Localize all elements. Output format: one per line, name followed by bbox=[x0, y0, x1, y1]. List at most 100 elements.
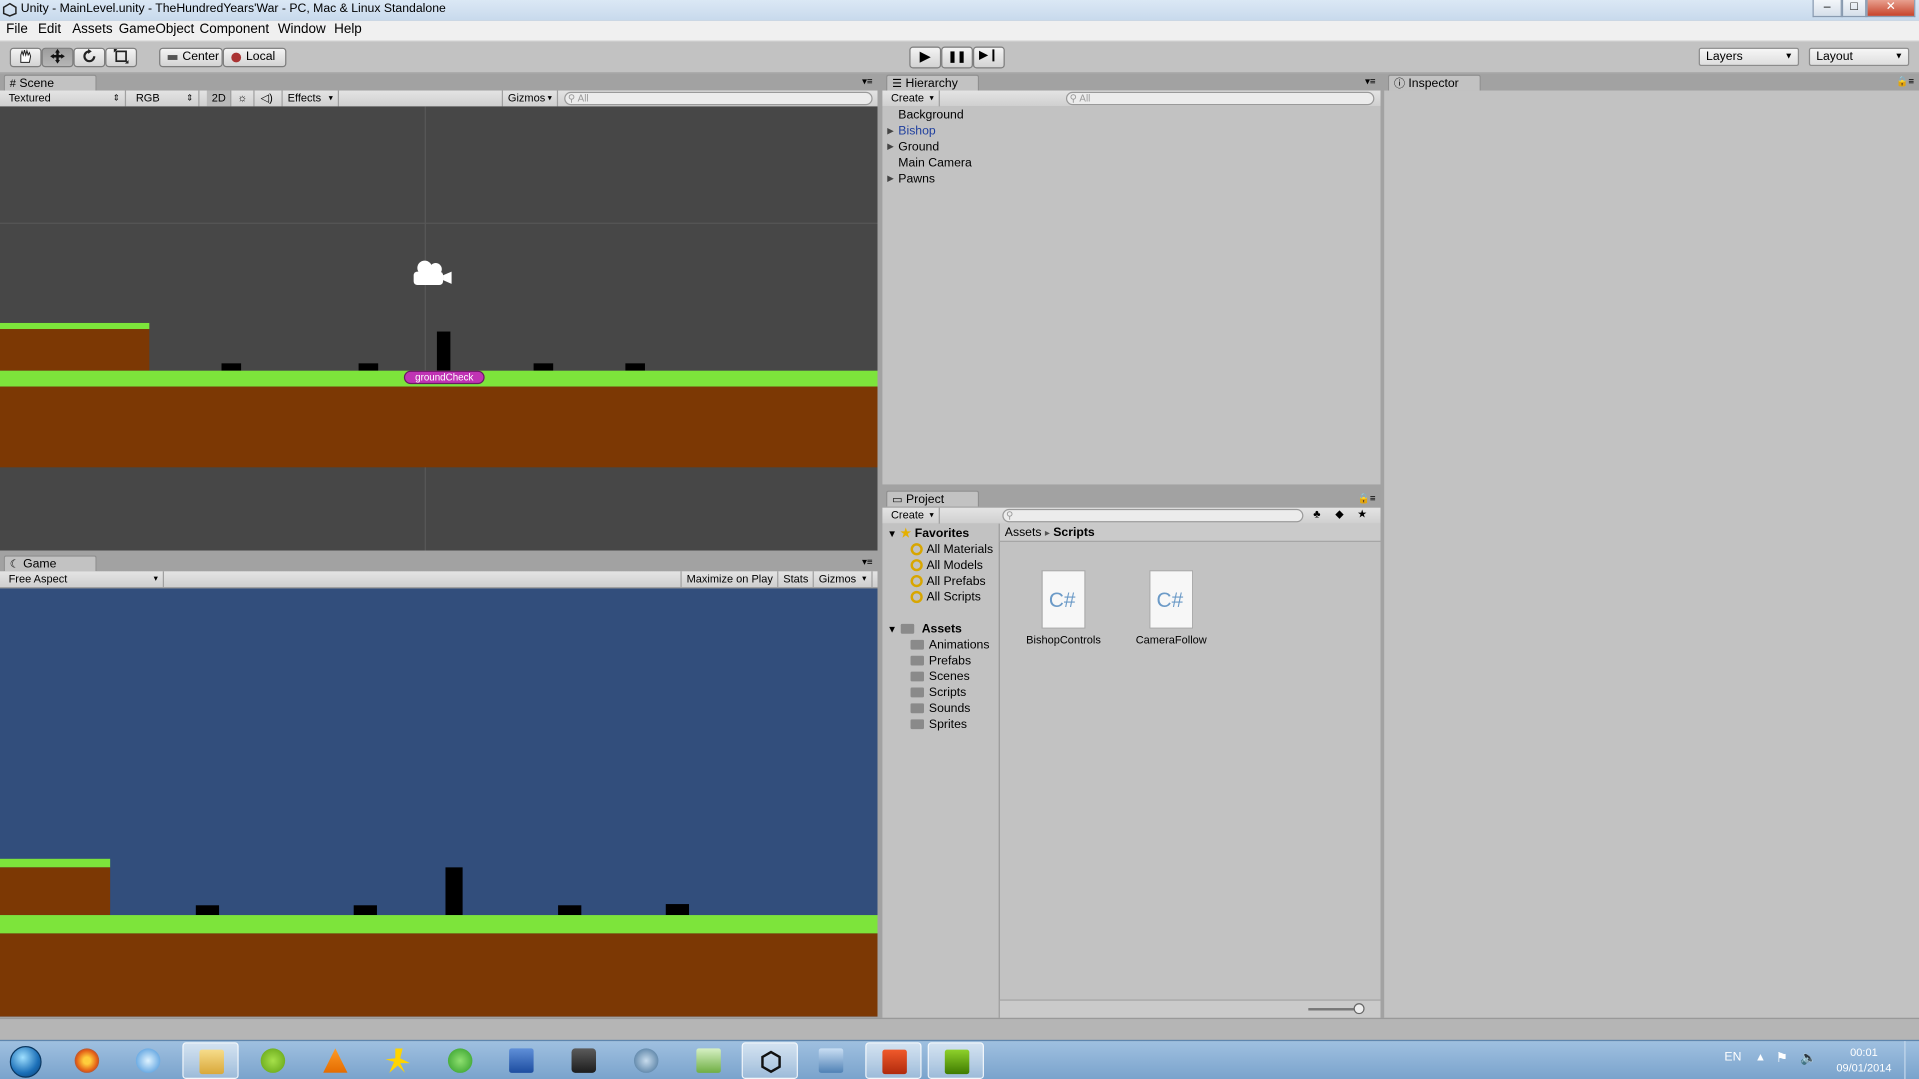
tab-inspector[interactable]: ⓘ Inspector bbox=[1387, 74, 1481, 91]
expand-arrow-icon[interactable]: ▶ bbox=[887, 174, 894, 184]
render-mode-dropdown[interactable]: Textured ⇕ bbox=[4, 90, 127, 107]
asset-file-bishopcontrols[interactable]: C# BishopControls bbox=[1017, 570, 1110, 665]
taskbar-network[interactable] bbox=[803, 1042, 859, 1079]
hierarchy-item-bishop[interactable]: Bishop bbox=[898, 125, 935, 138]
audio-toggle[interactable]: ◁) bbox=[256, 90, 283, 107]
hand-tool-button[interactable] bbox=[9, 47, 42, 68]
panel-menu-icon[interactable]: 🔒≡ bbox=[1896, 76, 1914, 87]
2d-toggle[interactable]: 2D bbox=[206, 90, 232, 107]
folder-scenes[interactable]: Scenes bbox=[910, 670, 970, 684]
hierarchy-search-input[interactable]: ⚲ All bbox=[1065, 91, 1375, 106]
layout-dropdown[interactable]: Layout ▼ bbox=[1808, 47, 1910, 67]
scene-gizmos-dropdown[interactable]: Gizmos ▾ bbox=[501, 90, 559, 107]
favorite-all-prefabs[interactable]: All Prefabs bbox=[910, 575, 986, 588]
start-button[interactable] bbox=[5, 1042, 47, 1079]
action-center-flag-icon[interactable]: ⚑ bbox=[1776, 1050, 1788, 1066]
panel-menu-icon[interactable]: 🔒≡ bbox=[1358, 493, 1376, 504]
folder-sprites[interactable]: Sprites bbox=[910, 718, 967, 732]
camera-gizmo-icon[interactable] bbox=[410, 259, 454, 288]
taskbar-firefox[interactable] bbox=[59, 1042, 115, 1079]
scene-view[interactable]: groundCheck bbox=[0, 106, 878, 551]
play-button[interactable]: ▶ bbox=[909, 46, 942, 69]
scale-tool-button[interactable] bbox=[105, 47, 138, 68]
taskbar-word[interactable] bbox=[493, 1042, 549, 1079]
folder-animations[interactable]: Animations bbox=[910, 639, 989, 652]
color-mode-dropdown[interactable]: RGB ⇕ bbox=[131, 90, 200, 107]
folder-sounds[interactable]: Sounds bbox=[910, 702, 970, 716]
menu-file[interactable]: File bbox=[6, 22, 28, 37]
menu-window[interactable]: Window bbox=[278, 22, 326, 37]
tab-project[interactable]: ▭ Project bbox=[886, 490, 980, 507]
volume-icon[interactable]: 🔈 bbox=[1800, 1050, 1817, 1066]
menu-edit[interactable]: Edit bbox=[38, 22, 61, 37]
taskbar-vlc[interactable] bbox=[307, 1042, 363, 1079]
maximize-button[interactable]: □ bbox=[1841, 0, 1867, 18]
taskbar-unity[interactable] bbox=[741, 1042, 798, 1079]
close-button[interactable]: ✕ bbox=[1866, 0, 1916, 18]
project-create-dropdown[interactable]: Create ▾ bbox=[886, 507, 940, 524]
expand-arrow-icon[interactable]: ▶ bbox=[887, 126, 894, 136]
panel-menu-icon[interactable]: ▾≡ bbox=[862, 76, 873, 87]
aspect-dropdown[interactable]: Free Aspect ▾ bbox=[4, 571, 164, 588]
favorite-star-icon[interactable]: ★ bbox=[1357, 508, 1367, 521]
taskbar-teamspeak[interactable] bbox=[618, 1042, 674, 1079]
menu-gameobject[interactable]: GameObject bbox=[119, 22, 195, 37]
panel-menu-icon[interactable]: ▾≡ bbox=[1365, 76, 1376, 87]
filter-type-icon[interactable]: ♣ bbox=[1313, 508, 1320, 520]
hierarchy-item-ground[interactable]: Ground bbox=[898, 141, 939, 154]
menu-component[interactable]: Component bbox=[199, 22, 269, 37]
menu-assets[interactable]: Assets bbox=[72, 22, 112, 37]
taskbar-csharp-ide[interactable] bbox=[680, 1042, 736, 1079]
move-tool-button[interactable] bbox=[41, 47, 74, 68]
pause-button[interactable]: ❚❚ bbox=[941, 46, 973, 69]
folder-prefabs[interactable]: Prefabs bbox=[910, 654, 971, 668]
favorite-all-materials[interactable]: All Materials bbox=[910, 543, 993, 557]
hierarchy-create-dropdown[interactable]: Create ▾ bbox=[886, 90, 940, 107]
folder-scripts[interactable]: Scripts bbox=[910, 686, 966, 700]
menu-help[interactable]: Help bbox=[334, 22, 362, 37]
expand-arrow-icon[interactable]: ▶ bbox=[887, 142, 894, 152]
taskbar-spotify[interactable] bbox=[245, 1042, 301, 1079]
filter-label-icon[interactable]: ◆ bbox=[1335, 508, 1343, 521]
project-search-input[interactable]: ⚲ bbox=[1002, 508, 1304, 523]
effects-dropdown[interactable]: Effects ▾ bbox=[283, 90, 340, 107]
minimize-button[interactable]: – bbox=[1812, 0, 1842, 18]
tab-scene[interactable]: # Scene bbox=[3, 74, 97, 91]
game-view[interactable] bbox=[0, 588, 878, 1017]
taskbar-aim[interactable] bbox=[370, 1042, 426, 1079]
taskbar-nvidia[interactable] bbox=[927, 1042, 984, 1079]
tab-hierarchy[interactable]: ☰ Hierarchy bbox=[886, 74, 980, 91]
stats-toggle[interactable]: Stats bbox=[778, 571, 814, 588]
assets-header[interactable]: ▼ Assets bbox=[887, 623, 962, 636]
lighting-toggle[interactable]: ☼ bbox=[233, 90, 255, 107]
maximize-on-play-toggle[interactable]: Maximize on Play bbox=[680, 571, 779, 588]
taskbar-itunes[interactable] bbox=[120, 1042, 176, 1079]
step-button[interactable]: ▶❙ bbox=[972, 46, 1005, 69]
taskbar-utorrent[interactable] bbox=[432, 1042, 488, 1079]
hierarchy-item-background[interactable]: Background bbox=[898, 109, 963, 122]
favorite-all-models[interactable]: All Models bbox=[910, 559, 983, 573]
game-gizmos-dropdown[interactable]: Gizmos ▾ bbox=[814, 571, 873, 588]
icon-size-slider-thumb[interactable] bbox=[1353, 1003, 1365, 1015]
scene-search-input[interactable]: ⚲ All bbox=[564, 91, 873, 106]
language-indicator[interactable]: EN bbox=[1724, 1051, 1741, 1064]
hierarchy-item-pawns[interactable]: Pawns bbox=[898, 172, 935, 185]
favorite-all-scripts[interactable]: All Scripts bbox=[910, 591, 981, 604]
hierarchy-item-main-camera[interactable]: Main Camera bbox=[898, 157, 971, 170]
pivot-center-button[interactable]: Center bbox=[159, 47, 223, 68]
taskbar-steam[interactable] bbox=[556, 1042, 612, 1079]
taskbar-office[interactable] bbox=[865, 1042, 922, 1079]
groundcheck-label[interactable]: groundCheck bbox=[403, 370, 485, 385]
asset-file-camerafollow[interactable]: C# CameraFollow bbox=[1125, 570, 1218, 665]
panel-menu-icon[interactable]: ▾≡ bbox=[862, 557, 873, 568]
tray-expand-icon[interactable]: ▲ bbox=[1755, 1051, 1766, 1063]
tab-game[interactable]: ☾ Game bbox=[3, 555, 97, 572]
clock[interactable]: 00:01 09/01/2014 bbox=[1828, 1045, 1899, 1077]
taskbar-explorer[interactable] bbox=[182, 1042, 239, 1079]
favorites-header[interactable]: ▼ ★ Favorites bbox=[887, 527, 969, 540]
breadcrumb-assets[interactable]: Assets bbox=[1005, 526, 1042, 539]
pivot-local-button[interactable]: Local bbox=[222, 47, 287, 68]
layers-dropdown[interactable]: Layers ▼ bbox=[1698, 47, 1800, 67]
show-desktop-button[interactable] bbox=[1904, 1041, 1919, 1079]
breadcrumb-scripts[interactable]: Scripts bbox=[1053, 526, 1094, 539]
